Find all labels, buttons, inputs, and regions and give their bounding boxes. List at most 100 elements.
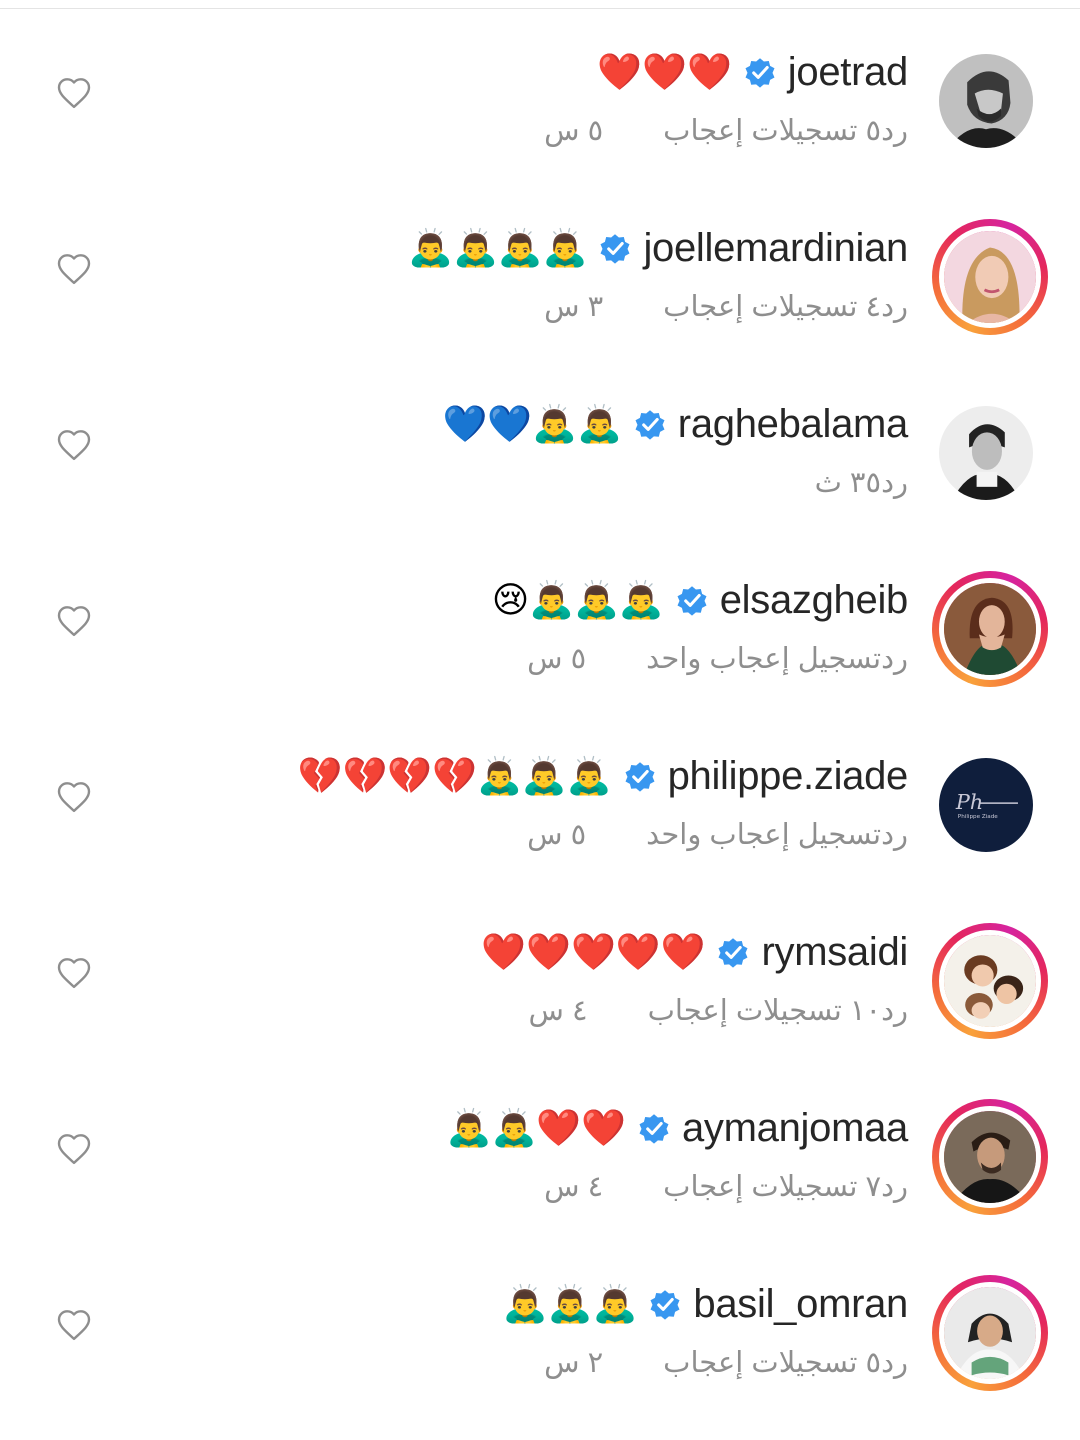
avatar[interactable] — [936, 403, 1036, 503]
avatar-image — [939, 54, 1033, 148]
comment-meta: ٣ س ٤ تسجيلات إعجاب رد — [484, 284, 908, 328]
comment-timestamp: ٥ س — [544, 114, 604, 147]
heart-outline-icon — [56, 252, 92, 288]
comment-meta: ٥ س ٥ تسجيلات إعجاب رد — [484, 108, 908, 152]
comment-row: Ph Philippe Ziade philippe.ziade 💔💔💔💔🙇‍♂️🙇‍… — [0, 720, 1080, 896]
comment-header: raghebalama 💙💙🙇‍♂️🙇‍♂️ — [443, 399, 909, 449]
heart-outline-icon — [56, 1308, 92, 1344]
like-comment-button[interactable] — [54, 250, 94, 290]
comment-row: raghebalama 💙💙🙇‍♂️🙇‍♂️ ٣٥ ث رد — [0, 368, 1080, 544]
comment-text: 🙇‍♂️🙇‍♂️🙇‍♂️🙇‍♂️ — [408, 227, 588, 268]
comment-header: philippe.ziade 💔💔💔💔🙇‍♂️🙇‍♂️🙇‍♂️ — [297, 751, 909, 801]
username-link[interactable]: joellemardinian — [643, 226, 908, 271]
comment-meta: ٣٥ ث رد — [755, 460, 908, 504]
avatar[interactable]: Ph Philippe Ziade — [936, 755, 1036, 855]
comment-header: aymanjomaa 🙇‍♂️🙇‍♂️❤️❤️ — [446, 1103, 909, 1153]
avatar-image — [939, 406, 1033, 500]
avatar-image — [939, 1282, 1041, 1384]
heart-outline-icon — [56, 956, 92, 992]
likes-count-link[interactable]: ٥ تسجيلات إعجاب — [663, 113, 881, 148]
reply-button[interactable]: رد — [881, 817, 908, 852]
comment-row: aymanjomaa 🙇‍♂️🙇‍♂️❤️❤️ ٤ س ٧ تسجيلات إعجاب… — [0, 1072, 1080, 1248]
comment-header: joetrad ❤️❤️❤️ — [597, 47, 908, 97]
verified-badge-icon — [632, 406, 668, 442]
username-link[interactable]: joetrad — [788, 50, 909, 95]
likes-count-link[interactable]: ٤ تسجيلات إعجاب — [663, 289, 881, 324]
svg-text:Philippe Ziade: Philippe Ziade — [958, 814, 998, 820]
top-divider — [0, 8, 1080, 9]
heart-outline-icon — [56, 428, 92, 464]
avatar[interactable] — [936, 51, 1036, 151]
comment-row: elsazgheib 😢🙇‍♂️🙇‍♂️🙇‍♂️ ٥ س تسجيل إعجاب وا… — [0, 544, 1080, 720]
avatar[interactable] — [932, 571, 1048, 687]
like-comment-button[interactable] — [54, 1306, 94, 1346]
verified-badge-icon — [647, 1286, 683, 1322]
likes-count-link[interactable]: تسجيل إعجاب واحد — [646, 817, 881, 852]
username-link[interactable]: elsazgheib — [720, 578, 909, 623]
comment-header: joellemardinian 🙇‍♂️🙇‍♂️🙇‍♂️🙇‍♂️ — [408, 223, 908, 273]
comment-meta: ٢ س ٥ تسجيلات إعجاب رد — [484, 1340, 908, 1384]
comment-timestamp: ٥ س — [527, 642, 587, 675]
avatar-image — [939, 226, 1041, 328]
comment-text: 😢🙇‍♂️🙇‍♂️🙇‍♂️ — [491, 579, 664, 620]
comment-timestamp: ٢ س — [544, 1346, 604, 1379]
reply-button[interactable]: رد — [881, 993, 908, 1028]
comment-text: 🙇‍♂️🙇‍♂️🙇‍♂️ — [502, 1283, 638, 1324]
reply-button[interactable]: رد — [881, 113, 908, 148]
heart-outline-icon — [56, 76, 92, 112]
verified-badge-icon — [742, 54, 778, 90]
comment-timestamp: ٥ س — [527, 818, 587, 851]
reply-button[interactable]: رد — [881, 1169, 908, 1204]
like-comment-button[interactable] — [54, 426, 94, 466]
reply-button[interactable]: رد — [881, 289, 908, 324]
avatar[interactable] — [932, 923, 1048, 1039]
comment-text: 🙇‍♂️🙇‍♂️❤️❤️ — [446, 1107, 626, 1148]
likes-count-link[interactable]: تسجيل إعجاب واحد — [646, 641, 881, 676]
reply-button[interactable]: رد — [881, 641, 908, 676]
username-link[interactable]: aymanjomaa — [682, 1106, 908, 1151]
comment-header: elsazgheib 😢🙇‍♂️🙇‍♂️🙇‍♂️ — [491, 575, 909, 625]
like-comment-button[interactable] — [54, 1130, 94, 1170]
like-comment-button[interactable] — [54, 74, 94, 114]
username-link[interactable]: philippe.ziade — [668, 754, 909, 799]
likes-count-link[interactable]: ٧ تسجيلات إعجاب — [663, 1169, 881, 1204]
avatar[interactable] — [932, 219, 1048, 335]
like-comment-button[interactable] — [54, 602, 94, 642]
svg-text:Ph: Ph — [955, 790, 983, 814]
comment-text: ❤️❤️❤️❤️❤️ — [481, 931, 706, 972]
comment-text: ❤️❤️❤️ — [597, 51, 732, 92]
comment-meta: ٤ س ٧ تسجيلات إعجاب رد — [484, 1164, 908, 1208]
comment-meta: ٤ س ١٠ تسجيلات إعجاب رد — [469, 988, 908, 1032]
username-link[interactable]: raghebalama — [678, 402, 909, 447]
avatar[interactable] — [932, 1099, 1048, 1215]
username-link[interactable]: basil_omran — [693, 1282, 908, 1327]
reply-button[interactable]: رد — [881, 1345, 908, 1380]
comment-text: 💔💔💔💔🙇‍♂️🙇‍♂️🙇‍♂️ — [297, 755, 612, 796]
likes-count-link[interactable]: ١٠ تسجيلات إعجاب — [648, 993, 882, 1028]
comment-row: joetrad ❤️❤️❤️ ٥ س ٥ تسجيلات إعجاب رد — [0, 16, 1080, 192]
likes-count-link[interactable]: ٥ تسجيلات إعجاب — [663, 1345, 881, 1380]
heart-outline-icon — [56, 1132, 92, 1168]
verified-badge-icon — [597, 230, 633, 266]
comment-row: basil_omran 🙇‍♂️🙇‍♂️🙇‍♂️ ٢ س ٥ تسجيلات إعجا… — [0, 1248, 1080, 1424]
like-comment-button[interactable] — [54, 954, 94, 994]
heart-outline-icon — [56, 780, 92, 816]
heart-outline-icon — [56, 604, 92, 640]
comment-row: joellemardinian 🙇‍♂️🙇‍♂️🙇‍♂️🙇‍♂️ ٣ س ٤ تسجي… — [0, 192, 1080, 368]
reply-button[interactable]: رد — [881, 465, 908, 500]
avatar-image — [939, 930, 1041, 1032]
comment-timestamp: ٣٥ ث — [814, 466, 882, 499]
avatar-image: Ph Philippe Ziade — [939, 758, 1033, 852]
username-link[interactable]: rymsaidi — [761, 930, 908, 975]
avatar-image — [939, 1106, 1041, 1208]
comment-meta: ٥ س تسجيل إعجاب واحد رد — [467, 812, 908, 856]
comment-meta: ٥ س تسجيل إعجاب واحد رد — [467, 636, 908, 680]
comment-header: rymsaidi ❤️❤️❤️❤️❤️ — [481, 927, 908, 977]
comment-timestamp: ٤ س — [544, 1170, 604, 1203]
avatar[interactable] — [932, 1275, 1048, 1391]
comment-header: basil_omran 🙇‍♂️🙇‍♂️🙇‍♂️ — [503, 1279, 908, 1329]
verified-badge-icon — [674, 582, 710, 618]
like-comment-button[interactable] — [54, 778, 94, 818]
comment-text: 💙💙🙇‍♂️🙇‍♂️ — [442, 403, 622, 444]
comment-row: rymsaidi ❤️❤️❤️❤️❤️ ٤ س ١٠ تسجيلات إعجاب رد — [0, 896, 1080, 1072]
